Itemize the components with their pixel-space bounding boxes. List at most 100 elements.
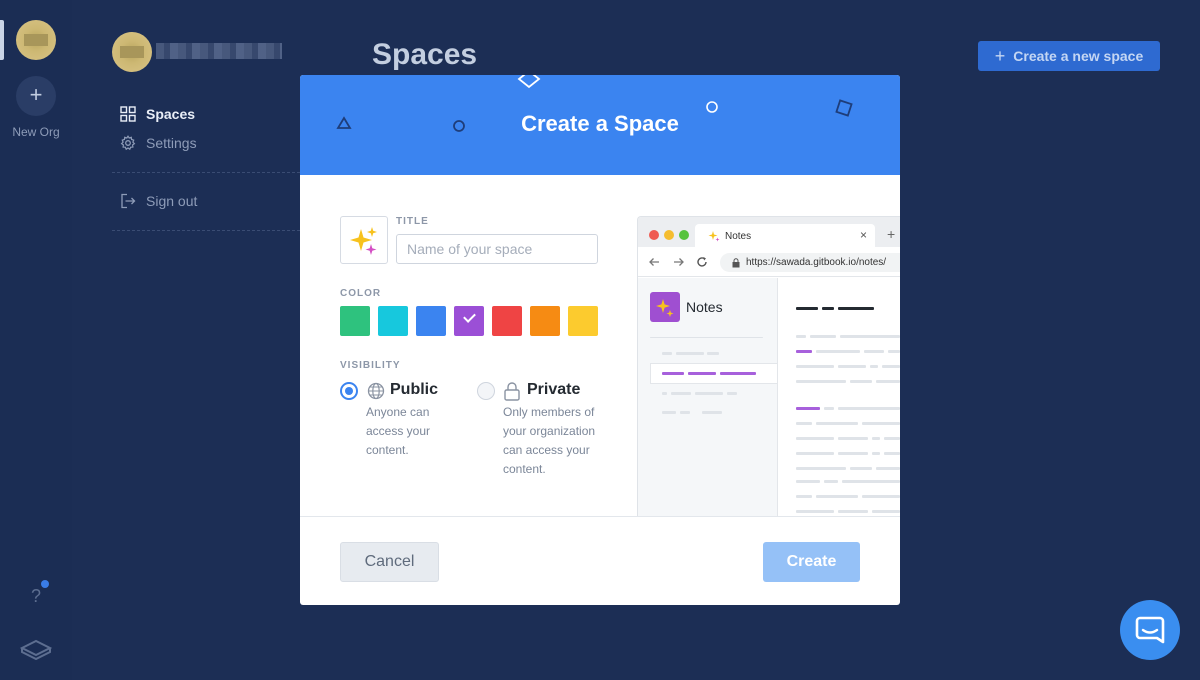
preview-placeholder-line — [796, 495, 812, 498]
preview-space-logo — [650, 292, 680, 322]
preview-placeholder-line — [816, 422, 858, 425]
preview-placeholder-line — [720, 372, 756, 375]
preview-placeholder-line — [882, 365, 900, 368]
chat-launcher-button[interactable] — [1120, 600, 1180, 660]
preview-url-text: https://sawada.gitbook.io/notes/ — [746, 257, 887, 268]
user-avatar[interactable] — [112, 32, 152, 72]
preview-placeholder-line — [662, 372, 684, 375]
private-option-title[interactable]: Private — [527, 381, 580, 399]
preview-placeholder-line — [850, 467, 872, 470]
color-swatch-cyan[interactable] — [378, 306, 408, 336]
private-option-description: Only members of your organization can ac… — [503, 405, 596, 476]
preview-placeholder-line — [816, 350, 860, 353]
new-org-button[interactable]: + — [16, 76, 56, 116]
space-title-input[interactable] — [396, 234, 598, 264]
page-title: Spaces — [372, 38, 478, 71]
preview-placeholder-line — [850, 380, 872, 383]
close-icon: × — [860, 228, 868, 242]
modal-title: Create a Space — [521, 111, 679, 136]
sparkles-icon — [708, 231, 720, 242]
visibility-label: VISIBILITY — [340, 360, 401, 371]
color-swatch-yellow[interactable] — [568, 306, 598, 336]
preview-placeholder-line — [796, 510, 834, 513]
preview-placeholder-line — [662, 392, 667, 395]
book-icon[interactable] — [20, 636, 52, 660]
preview-placeholder-line — [796, 365, 834, 368]
public-option-description: Anyone can access your content. — [366, 405, 431, 457]
preview-placeholder-line — [842, 480, 900, 483]
preview-heading-line — [838, 307, 874, 310]
preview-placeholder-line — [872, 437, 880, 440]
create-button[interactable]: Create — [763, 542, 860, 582]
preview-placeholder-line — [796, 407, 820, 410]
color-swatches — [340, 306, 598, 336]
lock-icon — [732, 258, 740, 268]
private-radio[interactable] — [477, 382, 495, 400]
preview-placeholder-line — [862, 422, 900, 425]
plus-icon: + — [994, 46, 1006, 66]
preview-sidebar: Notes — [638, 278, 778, 516]
preview-placeholder-line — [695, 392, 723, 395]
preview-placeholder-line — [872, 510, 900, 513]
preview-placeholder-line — [796, 437, 834, 440]
lock-icon — [504, 382, 520, 401]
preview-url-bar: https://sawada.gitbook.io/notes/ — [638, 247, 900, 277]
emoji-picker-button[interactable] — [340, 216, 388, 264]
preview-placeholder-line — [796, 380, 846, 383]
preview-placeholder-line — [796, 452, 834, 455]
preview-placeholder-line — [662, 411, 676, 414]
org-avatar[interactable] — [16, 20, 56, 60]
chat-icon — [1135, 616, 1165, 644]
color-swatch-purple[interactable] — [454, 306, 484, 336]
gear-icon — [120, 135, 136, 151]
sidebar-item-settings[interactable]: Settings — [120, 135, 197, 151]
reload-icon — [697, 257, 707, 267]
create-space-modal: Create a Space TITLE COLOR VISIBILITY — [300, 75, 900, 605]
title-label: TITLE — [396, 216, 429, 227]
public-radio[interactable] — [340, 382, 358, 400]
forward-arrow-icon — [674, 258, 684, 266]
preview-placeholder-line — [872, 452, 880, 455]
window-minimize-dot — [664, 230, 674, 240]
preview-placeholder-line — [838, 407, 900, 410]
preview-placeholder-line — [796, 467, 846, 470]
preview-placeholder-line — [816, 495, 858, 498]
preview-placeholder-line — [671, 392, 691, 395]
preview-tab-bar: Notes × + — [638, 217, 900, 247]
preview-space-name: Notes — [686, 299, 723, 315]
create-new-space-button[interactable]: + Create a new space — [978, 41, 1160, 71]
preview-placeholder-line — [884, 452, 900, 455]
preview-placeholder-line — [840, 335, 900, 338]
sign-out-button[interactable]: Sign out — [120, 193, 197, 209]
preview-placeholder-line — [796, 350, 812, 353]
preview-placeholder-line — [824, 407, 834, 410]
preview-placeholder-line — [707, 352, 719, 355]
sidebar-item-label: Spaces — [146, 106, 196, 122]
sign-out-icon — [121, 193, 136, 209]
color-swatch-green[interactable] — [340, 306, 370, 336]
preview-placeholder-line — [650, 337, 763, 338]
public-option-title[interactable]: Public — [390, 381, 438, 399]
preview-placeholder-line — [862, 495, 900, 498]
preview-placeholder-line — [884, 437, 900, 440]
preview-placeholder-line — [870, 365, 878, 368]
sidebar-item-spaces[interactable]: Spaces — [120, 106, 195, 122]
preview-address-field: https://sawada.gitbook.io/notes/ — [720, 253, 900, 272]
sparkles-icon — [350, 227, 377, 255]
sidebar-divider — [112, 172, 300, 173]
preview-placeholder-line — [676, 352, 704, 355]
color-swatch-red[interactable] — [492, 306, 522, 336]
help-icon[interactable]: ? — [26, 586, 46, 608]
cancel-button[interactable]: Cancel — [340, 542, 439, 582]
preview-tab: Notes × — [695, 224, 875, 247]
create-new-space-label: Create a new space — [1013, 48, 1144, 64]
modal-header: Create a Space — [300, 75, 900, 175]
preview-placeholder-line — [838, 452, 868, 455]
active-org-indicator — [0, 20, 4, 60]
preview-tab-label: Notes — [725, 231, 752, 242]
color-swatch-blue[interactable] — [416, 306, 446, 336]
preview-placeholder-line — [680, 411, 690, 414]
preview-placeholder-line — [838, 510, 868, 513]
sparkles-icon — [656, 299, 674, 317]
color-swatch-orange[interactable] — [530, 306, 560, 336]
